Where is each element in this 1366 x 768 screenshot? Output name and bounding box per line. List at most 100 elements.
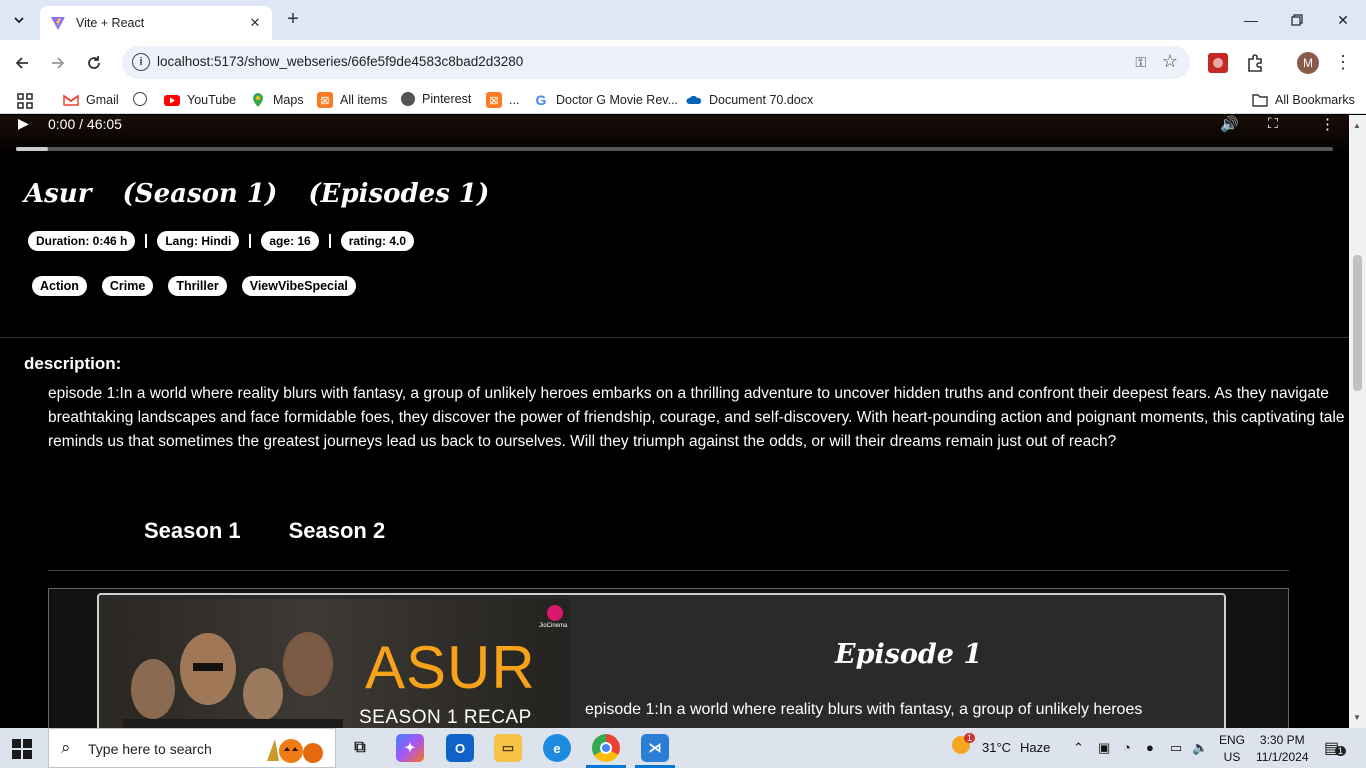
gmail-icon (63, 94, 79, 106)
more-options-icon[interactable]: ⋮ (1320, 115, 1335, 133)
youtube-icon (164, 95, 180, 106)
task-view-icon[interactable]: ⧉ (346, 734, 374, 762)
back-button[interactable] (9, 50, 35, 76)
chrome-icon[interactable] (592, 734, 620, 762)
maps-icon (253, 93, 263, 107)
all-bookmarks-button[interactable]: All Bookmarks (1252, 92, 1355, 108)
bookmarks-bar: Gmail YouTube Maps ⊠ All items Pinterest… (0, 86, 1366, 114)
network-icon[interactable]: ◔ (1123, 740, 1131, 755)
restore-button[interactable] (1274, 0, 1320, 40)
genre-tag[interactable]: Crime (101, 276, 154, 296)
separator (328, 234, 331, 248)
reload-button[interactable] (81, 50, 107, 76)
video-seek-bar[interactable] (16, 147, 1333, 151)
password-key-icon[interactable]: ⚿ (1135, 54, 1146, 71)
outlook-icon[interactable]: O (446, 734, 474, 762)
bookmark-youtube[interactable]: YouTube (164, 92, 236, 108)
description-label: description: (24, 354, 122, 373)
cast-poster-image (123, 632, 343, 728)
show-meta: Duration: 0:46 h Lang: Hindi age: 16 rat… (28, 231, 415, 251)
bookmark-pinterest[interactable]: Pinterest (401, 92, 471, 106)
bookmark-gmail[interactable]: Gmail (63, 92, 119, 108)
extension-red-icon[interactable] (1208, 53, 1228, 73)
meet-now-icon[interactable]: ▣ (1098, 740, 1110, 756)
globe-icon (133, 92, 147, 106)
extensions-puzzle-icon[interactable] (1245, 53, 1265, 73)
minimize-button[interactable]: — (1228, 0, 1274, 40)
bookmark-globe[interactable] (133, 92, 154, 106)
language-indicator[interactable]: ENG US (1219, 732, 1245, 766)
close-tab-icon[interactable]: ✕ (246, 15, 264, 31)
genre-tag[interactable]: Action (32, 276, 87, 296)
close-window-button[interactable]: ✕ (1320, 0, 1366, 40)
volume-icon[interactable]: 🔈 (1192, 740, 1208, 756)
tab-season-1[interactable]: Season 1 (144, 518, 241, 544)
vscode-icon[interactable]: ⋊ (641, 734, 669, 762)
notification-center[interactable]: ▤ 1 (1324, 738, 1347, 758)
tab-strip: Vite + React ✕ + — ✕ (0, 0, 1366, 40)
vite-icon (51, 17, 65, 30)
chevron-down-icon (14, 17, 24, 24)
tab-title: Vite + React (76, 16, 145, 30)
vpn-icon[interactable]: ● (1146, 740, 1154, 755)
episode-thumbnail[interactable]: ASUR SEASON 1 RECAP JioCinema (103, 599, 569, 728)
url-text[interactable]: localhost:5173/show_webseries/66fe5f9de4… (157, 54, 523, 69)
tab-season-2[interactable]: Season 2 (289, 518, 386, 544)
edge-icon[interactable]: e (543, 734, 571, 762)
divider (48, 570, 1289, 571)
search-icon: ⌕ (61, 738, 71, 757)
reload-icon (88, 56, 100, 69)
profile-avatar[interactable]: M (1297, 52, 1319, 74)
episode-list: ASUR SEASON 1 RECAP JioCinema Episode 1 … (48, 588, 1289, 728)
taskbar-search[interactable]: ⌕ Type here to search (48, 728, 336, 768)
tab-search-button[interactable] (6, 7, 32, 33)
rating-badge: rating: 4.0 (340, 231, 415, 251)
bookmark-doctor-g[interactable]: G Doctor G Movie Rev... (533, 92, 678, 108)
xampp-icon: ⊠ (317, 92, 333, 108)
forward-button[interactable] (45, 50, 71, 76)
apps-grid-icon[interactable] (16, 92, 34, 110)
page-viewport: ▶ 0:00 / 46:05 🔊 ⛶ ⋮ Asur (Season 1) (Ep… (0, 115, 1349, 728)
bookmark-all-items[interactable]: ⊠ All items (317, 92, 387, 108)
search-placeholder: Type here to search (88, 741, 212, 757)
weather-widget[interactable]: 1 (952, 733, 976, 754)
genre-tags: Action Crime Thriller ViewVibeSpecial (32, 276, 371, 296)
folder-icon (1252, 94, 1268, 107)
weather-temp[interactable]: 31°C (982, 740, 1011, 755)
copilot-icon[interactable]: ✦ (396, 734, 424, 762)
browser-menu-icon[interactable]: ⋮ (1334, 52, 1352, 73)
scroll-down-arrow-icon[interactable]: ▼ (1353, 713, 1361, 722)
video-player-controls: ▶ 0:00 / 46:05 🔊 ⛶ ⋮ (0, 115, 1349, 157)
grid-icon (17, 93, 33, 109)
divider (0, 337, 1349, 338)
weather-desc[interactable]: Haze (1020, 740, 1050, 755)
genre-tag[interactable]: ViewVibeSpecial (241, 276, 356, 296)
bookmark-document[interactable]: Document 70.docx (686, 92, 813, 108)
scroll-thumb[interactable] (1353, 255, 1362, 391)
fullscreen-icon[interactable]: ⛶ (1268, 115, 1278, 132)
google-icon: G (535, 92, 547, 108)
browser-tab[interactable]: Vite + React ✕ (40, 6, 272, 40)
bookmark-star-icon[interactable]: ☆ (1162, 51, 1178, 72)
chevron-up-icon[interactable]: ⌃ (1073, 740, 1084, 756)
battery-icon[interactable]: ▭ (1170, 740, 1182, 756)
windows-taskbar: ⌕ Type here to search ⧉ ✦ O ▭ e ⋊ 1 31°C… (0, 728, 1366, 768)
separator (249, 234, 252, 248)
site-info-icon[interactable]: i (132, 53, 150, 71)
episode-card[interactable]: ASUR SEASON 1 RECAP JioCinema Episode 1 … (97, 593, 1226, 728)
page-scrollbar[interactable]: ▲ ▼ (1349, 115, 1366, 728)
bookmark-maps[interactable]: Maps (250, 92, 304, 108)
genre-tag[interactable]: Thriller (168, 276, 227, 296)
bookmark-xampp[interactable]: ⊠ ... (486, 92, 519, 108)
volume-icon[interactable]: 🔊 (1220, 115, 1239, 133)
scroll-up-arrow-icon[interactable]: ▲ (1353, 121, 1361, 130)
clock[interactable]: 3:30 PM 11/1/2024 (1256, 732, 1309, 766)
address-bar[interactable]: i localhost:5173/show_webseries/66fe5f9d… (122, 46, 1190, 79)
windows-start-icon[interactable] (12, 739, 32, 759)
new-tab-button[interactable]: + (282, 8, 304, 30)
play-icon[interactable]: ▶ (18, 115, 29, 132)
file-explorer-icon[interactable]: ▭ (494, 734, 522, 762)
show-name: Asur (24, 179, 92, 209)
weather-badge: 1 (964, 733, 976, 743)
jiocinema-logo-icon (547, 605, 563, 621)
